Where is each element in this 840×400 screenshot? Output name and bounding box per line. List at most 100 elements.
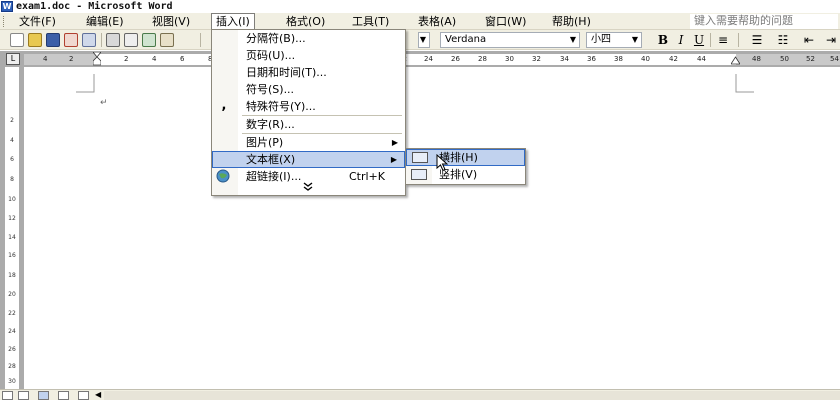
menu-item-label: 符号(S)... bbox=[246, 83, 295, 96]
justify-icon[interactable]: ≡ bbox=[714, 32, 732, 48]
vertical-textbox-icon bbox=[411, 169, 427, 180]
research-icon[interactable] bbox=[160, 33, 174, 47]
vertical-ruler-tick: 16 bbox=[8, 252, 16, 259]
vertical-ruler-tick: 8 bbox=[10, 176, 14, 183]
menu-edit[interactable]: 编辑(E) bbox=[82, 13, 128, 30]
ruler-tick: 30 bbox=[505, 55, 514, 63]
font-size-combo[interactable]: 小四 ▼ bbox=[586, 32, 642, 48]
decrease-indent-icon[interactable]: ⇤ bbox=[800, 32, 818, 48]
vertical-ruler-tick: 12 bbox=[8, 215, 16, 222]
menu-item-date-time[interactable]: 日期和时间(T)... bbox=[212, 64, 405, 81]
insert-menu-dropdown: 分隔符(B)... 页码(U)... 日期和时间(T)... 符号(S)... … bbox=[211, 29, 406, 196]
menubar-grip-handle[interactable] bbox=[3, 16, 6, 27]
ruler-tick: 4 bbox=[43, 55, 48, 63]
hyperlink-globe-icon bbox=[216, 169, 232, 183]
bold-button[interactable]: B bbox=[654, 32, 672, 48]
toolbar-separator bbox=[200, 33, 201, 47]
horizontal-scrollbar[interactable] bbox=[104, 391, 840, 400]
save-icon[interactable] bbox=[46, 33, 60, 47]
reading-view-icon[interactable] bbox=[78, 391, 89, 400]
ruler-tick: 4 bbox=[152, 55, 157, 63]
vertical-ruler-text-area bbox=[5, 67, 19, 389]
ruler-tick: 36 bbox=[587, 55, 596, 63]
vertical-ruler-tick: 14 bbox=[8, 234, 16, 241]
menu-item-symbol[interactable]: 符号(S)... bbox=[212, 81, 405, 98]
menu-table[interactable]: 表格(A) bbox=[414, 13, 460, 30]
crop-mark-top-left bbox=[76, 74, 95, 93]
submenu-arrow-icon: ▶ bbox=[391, 138, 398, 147]
submenu-item-horizontal[interactable]: 横排(H) bbox=[406, 149, 525, 166]
vertical-ruler-tick: 26 bbox=[8, 346, 16, 353]
title-bar: W exam1.doc - Microsoft Word bbox=[0, 0, 840, 13]
menu-item-label: 分隔符(B)... bbox=[246, 32, 306, 45]
bulleted-list-icon[interactable]: ☷ bbox=[774, 32, 792, 48]
menu-item-text-box[interactable]: 文本框(X) ▶ bbox=[212, 151, 405, 168]
menu-item-label: 数字(R)... bbox=[246, 118, 295, 131]
menu-item-break[interactable]: 分隔符(B)... bbox=[212, 30, 405, 47]
help-question-input[interactable]: 键入需要帮助的问题 bbox=[690, 14, 838, 29]
style-dropdown-arrow[interactable]: ▼ bbox=[418, 32, 430, 48]
expand-more-chevron-icon[interactable] bbox=[302, 182, 314, 196]
numbered-list-icon[interactable]: ☰ bbox=[748, 32, 766, 48]
tab-stop-selector[interactable]: L bbox=[6, 53, 20, 65]
ruler-tick: 38 bbox=[614, 55, 623, 63]
vertical-ruler-tick: 4 bbox=[10, 137, 14, 144]
ruler-tick: 28 bbox=[478, 55, 487, 63]
menu-format[interactable]: 格式(O) bbox=[282, 13, 329, 30]
new-document-icon[interactable] bbox=[10, 33, 24, 47]
ruler-tick: 34 bbox=[560, 55, 569, 63]
menu-view[interactable]: 视图(V) bbox=[148, 13, 194, 30]
toolbar-separator bbox=[101, 33, 102, 47]
print-layout-view-icon[interactable] bbox=[38, 391, 49, 400]
scroll-left-arrow-icon[interactable]: ◀ bbox=[95, 390, 101, 400]
vertical-ruler-tick: 6 bbox=[10, 156, 14, 163]
bottom-bar: ◀ bbox=[0, 389, 840, 400]
menu-item-label: 特殊符号(Y)... bbox=[246, 100, 316, 113]
submenu-arrow-icon: ▶ bbox=[390, 155, 397, 164]
vertical-ruler-tick: 18 bbox=[8, 272, 16, 279]
print-icon[interactable] bbox=[106, 33, 120, 47]
spelling-icon[interactable] bbox=[142, 33, 156, 47]
horizontal-ruler[interactable]: L 4 2 2 4 6 8 10 12 14 16 18 20 22 24 26… bbox=[0, 51, 840, 67]
document-page[interactable]: ↵ bbox=[24, 67, 840, 389]
outline-view-icon[interactable] bbox=[58, 391, 69, 400]
menu-bar: 文件(F) 编辑(E) 视图(V) 插入(I) 格式(O) 工具(T) 表格(A… bbox=[0, 13, 840, 30]
vertical-ruler[interactable]: 2 4 6 8 10 12 14 16 18 20 22 24 26 28 30 bbox=[0, 67, 24, 389]
underline-button[interactable]: U bbox=[690, 32, 708, 48]
italic-button[interactable]: I bbox=[672, 32, 690, 48]
menu-insert[interactable]: 插入(I) bbox=[211, 13, 255, 30]
menu-window[interactable]: 窗口(W) bbox=[481, 13, 530, 30]
normal-view-icon[interactable] bbox=[2, 391, 13, 400]
menu-item-number[interactable]: 数字(R)... bbox=[212, 116, 405, 133]
ruler-tick: 48 bbox=[752, 55, 761, 63]
horizontal-textbox-icon bbox=[412, 152, 428, 163]
menu-item-page-numbers[interactable]: 页码(U)... bbox=[212, 47, 405, 64]
ruler-tick: 32 bbox=[532, 55, 541, 63]
vertical-ruler-tick: 24 bbox=[8, 328, 16, 335]
text-box-submenu: 横排(H) 竖排(V) bbox=[405, 148, 526, 185]
ruler-tick: 54 bbox=[830, 55, 839, 63]
menu-item-special-symbol[interactable]: , 特殊符号(Y)... bbox=[212, 98, 405, 115]
word-icon[interactable]: W bbox=[1, 1, 13, 12]
vertical-ruler-tick: 2 bbox=[10, 117, 14, 124]
menu-tools[interactable]: 工具(T) bbox=[348, 13, 393, 30]
permission-icon[interactable] bbox=[64, 33, 78, 47]
menu-item-picture[interactable]: 图片(P) ▶ bbox=[212, 134, 405, 151]
increase-indent-icon[interactable]: ⇥ bbox=[822, 32, 840, 48]
open-folder-icon[interactable] bbox=[28, 33, 42, 47]
chevron-down-icon: ▼ bbox=[569, 35, 577, 44]
standard-toolbar: ▼ Verdana ▼ 小四 ▼ B I U ≡ ☰ ☷ ⇤ ⇥ bbox=[0, 30, 840, 50]
font-name-combo[interactable]: Verdana ▼ bbox=[440, 32, 580, 48]
menu-help[interactable]: 帮助(H) bbox=[548, 13, 595, 30]
right-indent-marker-icon[interactable] bbox=[730, 55, 741, 65]
web-layout-view-icon[interactable] bbox=[18, 391, 29, 400]
paragraph-mark-icon: ↵ bbox=[100, 98, 108, 108]
ruler-tick: 24 bbox=[424, 55, 433, 63]
menu-item-label: 图片(P) bbox=[246, 136, 284, 149]
submenu-item-vertical[interactable]: 竖排(V) bbox=[406, 166, 525, 183]
print-preview-icon[interactable] bbox=[124, 33, 138, 47]
email-icon[interactable] bbox=[82, 33, 96, 47]
indent-marker-icon[interactable] bbox=[92, 51, 102, 66]
menu-file[interactable]: 文件(F) bbox=[15, 13, 60, 30]
ruler-tick: 2 bbox=[69, 55, 74, 63]
